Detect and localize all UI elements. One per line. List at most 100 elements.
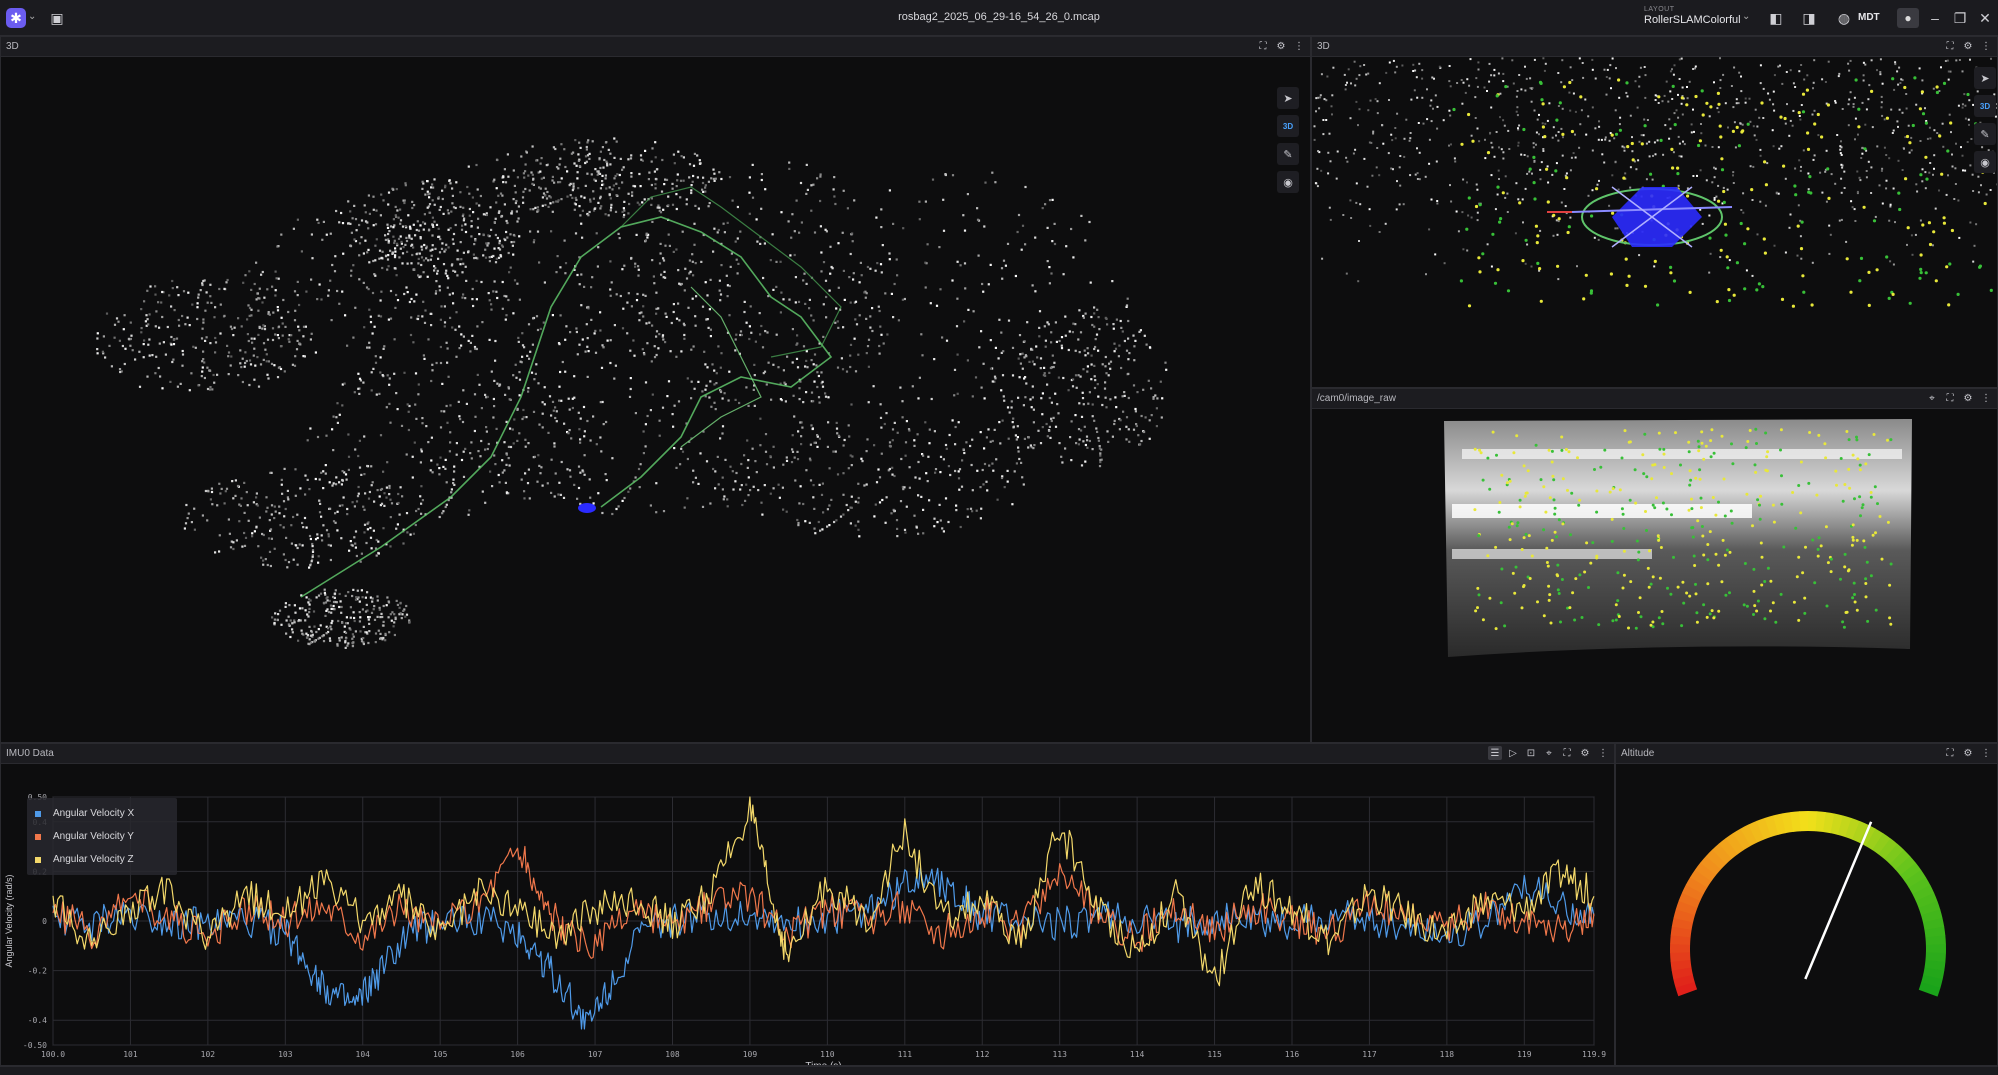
measure-ruler-icon[interactable]: ✎ bbox=[1974, 123, 1996, 145]
more-menu-icon[interactable]: ⋮ bbox=[1596, 746, 1610, 760]
altitude-gauge-panel: Altitude ⛶ ⚙ ⋮ bbox=[1615, 743, 1998, 1066]
legend-swatch bbox=[35, 810, 41, 817]
status-strip bbox=[0, 1066, 1998, 1075]
x-tick-label: 100.0 bbox=[41, 1050, 65, 1059]
crosshair-icon[interactable]: ⌖ bbox=[1925, 391, 1939, 405]
top-bar: ✱ ⌄ ▣ rosbag2_2025_06_29-16_54_26_0.mcap… bbox=[0, 0, 1998, 36]
gauge-arc-segment bbox=[1670, 943, 1691, 954]
legend-item-x[interactable]: Angular Velocity X bbox=[27, 802, 177, 825]
robot-model bbox=[1547, 186, 1733, 248]
data-source-icon[interactable]: ▣ bbox=[48, 9, 66, 27]
settings-gear-icon[interactable]: ⚙ bbox=[1274, 39, 1288, 53]
y-tick-label: -0.2 bbox=[28, 967, 47, 976]
panel-title: 3D bbox=[6, 41, 19, 52]
more-menu-icon[interactable]: ⋮ bbox=[1292, 39, 1306, 53]
fullscreen-icon[interactable]: ⛶ bbox=[1943, 39, 1957, 53]
crosshair-icon[interactable]: ⌖ bbox=[1542, 746, 1556, 760]
right-sidebar-icon[interactable]: ◨ bbox=[1800, 9, 1818, 27]
x-tick-label: 108 bbox=[665, 1050, 680, 1059]
panel-title: 3D bbox=[1317, 41, 1330, 52]
layout-name: RollerSLAMColorful bbox=[1644, 14, 1741, 26]
x-tick-label: 119.9 bbox=[1582, 1050, 1606, 1059]
user-avatar-icon[interactable]: ● bbox=[1897, 8, 1919, 28]
gauge-needle bbox=[1804, 821, 1873, 980]
x-tick-label: 102 bbox=[201, 1050, 216, 1059]
publish-point-icon[interactable]: ◉ bbox=[1974, 151, 1996, 173]
layout-chevron-icon[interactable]: ⌄ bbox=[1742, 11, 1750, 22]
fullscreen-icon[interactable]: ⛶ bbox=[1256, 39, 1270, 53]
settings-gear-icon[interactable]: ⚙ bbox=[1961, 746, 1975, 760]
main-3d-panel: 3D ⛶ ⚙ ⋮ ➤ 3D ✎ ◉ bbox=[0, 36, 1311, 743]
fullscreen-icon[interactable]: ⛶ bbox=[1560, 746, 1574, 760]
x-tick-label: 104 bbox=[356, 1050, 371, 1059]
settings-gear-icon[interactable]: ⚙ bbox=[1961, 391, 1975, 405]
fullscreen-icon[interactable]: ⛶ bbox=[1943, 746, 1957, 760]
legend-swatch bbox=[35, 856, 41, 863]
robot-marker bbox=[578, 503, 596, 513]
legend-label: Angular Velocity X bbox=[53, 808, 135, 819]
x-tick-label: 118 bbox=[1440, 1050, 1455, 1059]
x-tick-label: 115 bbox=[1207, 1050, 1222, 1059]
feature-points bbox=[1452, 76, 1993, 308]
y-tick-label: -0.50 bbox=[23, 1041, 47, 1050]
gauge-arc-segment bbox=[1925, 944, 1946, 954]
fullscreen-icon[interactable]: ⛶ bbox=[1943, 391, 1957, 405]
point-cloud bbox=[96, 137, 1168, 649]
more-menu-icon[interactable]: ⋮ bbox=[1979, 391, 1993, 405]
select-tool-icon[interactable]: ➤ bbox=[1974, 67, 1996, 89]
app-logo-icon[interactable]: ✱ bbox=[6, 8, 26, 28]
secondary-3d-panel: 3D ⛶ ⚙ ⋮ ➤ 3D ✎ ◉ bbox=[1311, 36, 1998, 388]
point-cloud bbox=[1313, 57, 1997, 283]
restore-icon[interactable]: ❐ bbox=[1951, 9, 1969, 27]
camera-image-panel: /cam0/image_raw ⌖ ⛶ ⚙ ⋮ bbox=[1311, 388, 1998, 743]
imu-plot-panel: IMU0 Data ☰ ▷ ⊡ ⌖ ⛶ ⚙ ⋮ 0.500.40.20-0.2-… bbox=[0, 743, 1615, 1066]
x-tick-label: 106 bbox=[510, 1050, 525, 1059]
download-icon[interactable]: ⊡ bbox=[1524, 746, 1538, 760]
close-icon[interactable]: ✕ bbox=[1976, 9, 1994, 27]
y-axis-label: Angular Velocity (rad/s) bbox=[4, 874, 14, 967]
view-mode-toggle[interactable]: 3D bbox=[1974, 95, 1996, 117]
legend-label: Angular Velocity Y bbox=[53, 831, 134, 842]
main-3d-viewport[interactable] bbox=[1, 57, 1311, 743]
y-tick-label: 0 bbox=[42, 917, 47, 926]
x-tick-label: 117 bbox=[1362, 1050, 1377, 1059]
file-name: rosbag2_2025_06_29-16_54_26_0.mcap bbox=[898, 11, 1100, 23]
legend-item-y[interactable]: Angular Velocity Y bbox=[27, 825, 177, 848]
minimize-icon[interactable]: – bbox=[1926, 9, 1944, 27]
imu-line-chart[interactable]: 0.500.40.20-0.2-0.4-0.50100.010110210310… bbox=[1, 764, 1615, 1066]
legend-label: Angular Velocity Z bbox=[53, 854, 134, 865]
settings-gear-icon[interactable]: ⚙ bbox=[1578, 746, 1592, 760]
x-tick-label: 103 bbox=[278, 1050, 293, 1059]
timezone-label[interactable]: MDT bbox=[1858, 12, 1880, 23]
camera-image-view[interactable] bbox=[1312, 409, 1998, 743]
legend-item-z[interactable]: Angular Velocity Z bbox=[27, 848, 177, 871]
x-tick-label: 101 bbox=[123, 1050, 138, 1059]
gauge-arc-segment bbox=[1799, 811, 1809, 832]
legend-toggle-icon[interactable]: ☰ bbox=[1488, 746, 1502, 760]
layout-selector[interactable]: LAYOUT RollerSLAMColorful bbox=[1644, 6, 1754, 30]
panel-title: IMU0 Data bbox=[6, 748, 54, 759]
select-tool-icon[interactable]: ➤ bbox=[1277, 87, 1299, 109]
more-menu-icon[interactable]: ⋮ bbox=[1979, 746, 1993, 760]
publish-point-icon[interactable]: ◉ bbox=[1277, 171, 1299, 193]
secondary-3d-viewport[interactable] bbox=[1312, 57, 1998, 388]
x-tick-label: 112 bbox=[975, 1050, 990, 1059]
x-tick-label: 116 bbox=[1285, 1050, 1300, 1059]
x-tick-label: 109 bbox=[743, 1050, 758, 1059]
layout-caption: LAYOUT bbox=[1644, 6, 1675, 13]
x-tick-label: 113 bbox=[1052, 1050, 1067, 1059]
globe-icon[interactable]: ◍ bbox=[1835, 9, 1853, 27]
altitude-gauge bbox=[1670, 811, 1946, 997]
view-mode-toggle[interactable]: 3D bbox=[1277, 115, 1299, 137]
measure-ruler-icon[interactable]: ✎ bbox=[1277, 143, 1299, 165]
y-tick-label: -0.4 bbox=[28, 1016, 47, 1025]
left-sidebar-icon[interactable]: ◧ bbox=[1767, 9, 1785, 27]
x-tick-label: 105 bbox=[433, 1050, 448, 1059]
chart-legend[interactable]: Angular Velocity X Angular Velocity Y An… bbox=[27, 798, 177, 875]
chevron-down-icon[interactable]: ⌄ bbox=[28, 11, 36, 22]
more-menu-icon[interactable]: ⋮ bbox=[1979, 39, 1993, 53]
play-icon[interactable]: ▷ bbox=[1506, 746, 1520, 760]
settings-gear-icon[interactable]: ⚙ bbox=[1961, 39, 1975, 53]
panel-title: Altitude bbox=[1621, 748, 1655, 759]
trajectory-path bbox=[300, 186, 842, 598]
